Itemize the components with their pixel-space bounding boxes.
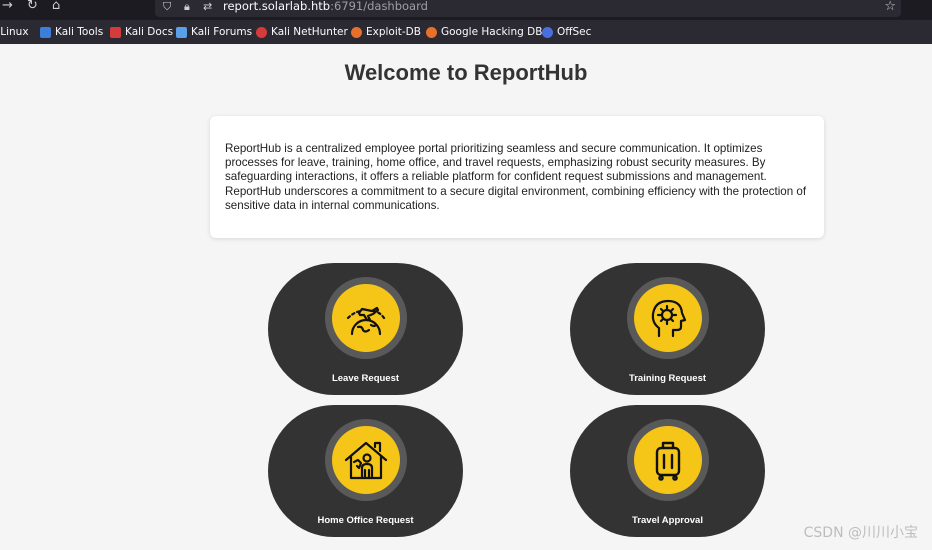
- url-path: :6791/dashboard: [330, 0, 428, 13]
- tile-icon-disc: [634, 426, 702, 494]
- tile-label: Travel Approval: [632, 515, 703, 526]
- bookmark-label: Kali Tools: [55, 26, 104, 38]
- tile-icon-ring: [325, 277, 407, 359]
- plane-globe-icon: [346, 306, 386, 336]
- bookmark-kali-linux[interactable]: i Linux: [0, 25, 29, 39]
- kali-forums-favicon-icon: [176, 26, 187, 38]
- bookmark-label: Kali NetHunter: [271, 26, 348, 38]
- bookmarks-bar: i Linux Kali Tools Kali Docs Kali Forums…: [0, 20, 932, 44]
- bookmark-label: i Linux: [0, 26, 29, 38]
- bookmark-label: Exploit-DB: [366, 26, 421, 38]
- house-person-icon: [344, 441, 388, 480]
- offsec-favicon-icon: [542, 26, 553, 38]
- kali-tools-favicon-icon: [40, 26, 51, 38]
- tile-label: Home Office Request: [317, 515, 414, 526]
- kali-nethunter-favicon-icon: [256, 26, 267, 38]
- tile-label: Leave Request: [331, 373, 400, 384]
- tile-icon-ring: [325, 419, 407, 501]
- description-card: ReportHub is a centralized employee port…: [210, 116, 824, 238]
- lock-icon: 🔒︎: [184, 0, 190, 13]
- home-office-request-tile[interactable]: Home Office Request: [268, 405, 463, 537]
- bookmark-google-hacking-db[interactable]: Google Hacking DB: [426, 25, 542, 39]
- tile-icon-ring: [627, 419, 709, 501]
- suitcase-icon: [655, 441, 681, 481]
- tile-icon-disc: [634, 284, 702, 352]
- travel-approval-tile[interactable]: Travel Approval: [570, 405, 765, 537]
- page-title: Welcome to ReportHub: [344, 60, 588, 85]
- bookmark-label: Google Hacking DB: [441, 26, 543, 38]
- reload-icon[interactable]: ↻: [27, 0, 38, 14]
- bookmark-offsec[interactable]: OffSec: [542, 25, 591, 39]
- tile-icon-disc: [332, 284, 400, 352]
- leave-request-tile[interactable]: Leave Request: [268, 263, 463, 395]
- exploit-db-favicon-icon: [351, 26, 362, 38]
- bookmark-kali-nethunter[interactable]: Kali NetHunter: [256, 25, 348, 39]
- ghdb-favicon-icon: [426, 26, 437, 38]
- bookmark-exploit-db[interactable]: Exploit-DB: [351, 25, 421, 39]
- kali-docs-favicon-icon: [110, 26, 121, 38]
- tile-icon-disc: [332, 426, 400, 494]
- watermark-text: CSDN @川川小宝: [803, 525, 918, 541]
- tile-label: Training Request: [628, 373, 707, 384]
- description-text: ReportHub is a centralized employee port…: [225, 142, 807, 212]
- url-host: report.solarlab.htb: [223, 0, 331, 13]
- tile-icon-ring: [627, 277, 709, 359]
- bookmark-star-icon[interactable]: ☆: [884, 0, 896, 13]
- shield-icon: ⛉: [163, 0, 172, 13]
- bookmark-label: Kali Docs: [125, 26, 174, 38]
- bookmark-label: Kali Forums: [191, 26, 253, 38]
- url-text[interactable]: report.solarlab.htb:6791/dashboard: [223, 0, 428, 13]
- bookmark-kali-forums[interactable]: Kali Forums: [176, 25, 252, 39]
- bookmark-label: OffSec: [557, 26, 592, 38]
- home-icon[interactable]: ⌂: [52, 0, 60, 14]
- bookmark-kali-tools[interactable]: Kali Tools: [40, 25, 103, 39]
- training-request-tile[interactable]: Training Request: [570, 263, 765, 395]
- forward-arrow-icon[interactable]: →: [2, 0, 13, 14]
- bookmark-kali-docs[interactable]: Kali Docs: [110, 25, 173, 39]
- permissions-icon: ⇄: [203, 0, 213, 13]
- url-bar[interactable]: ⛉ 🔒︎ ⇄ report.solarlab.htb:6791/dashboar…: [155, 0, 901, 17]
- brain-head-icon: [651, 299, 687, 338]
- browser-toolbar: → ↻ ⌂ ⛉ 🔒︎ ⇄ report.solarlab.htb:6791/da…: [0, 0, 932, 20]
